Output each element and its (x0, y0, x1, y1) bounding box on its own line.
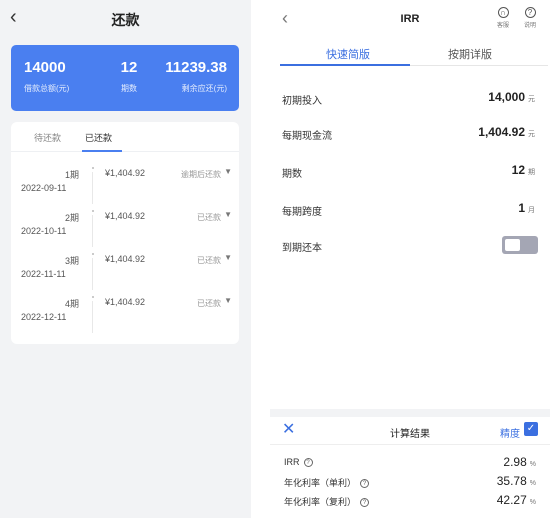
status-label: 已还款 (197, 213, 221, 222)
section-divider (270, 409, 550, 417)
divider (410, 65, 548, 66)
tab-repaid[interactable]: 已还款 (85, 131, 112, 144)
result-row-irr: IRR? 2.98% (284, 455, 536, 469)
due-date: 2022-10-11 (21, 226, 67, 236)
period-span-value: 1 (518, 201, 525, 215)
active-tab-indicator (280, 64, 410, 66)
loan-summary-card: 14000 借款总额(元) 12 期数 11239.38 剩余应还(元) (11, 45, 239, 111)
period-label: 2期 (64, 213, 79, 223)
status-label: 已还款 (197, 299, 221, 308)
timeline-dot (92, 253, 94, 255)
question-icon[interactable]: ? (360, 479, 370, 488)
amount: ¥1,404.92 (105, 297, 146, 307)
active-tab-indicator (82, 150, 122, 152)
question-icon: ? (524, 7, 536, 18)
caret-down-icon[interactable]: ▼ (224, 296, 232, 305)
timeline-dot (92, 296, 94, 298)
result-header: ✕ 计算结果 精度 ✓ (270, 417, 550, 445)
due-date: 2022-12-11 (21, 312, 67, 322)
result-row-simple-rate: 年化利率（单利）? 35.78% (284, 474, 536, 488)
period-count: 12 期数 (120, 59, 138, 93)
tab-detail[interactable]: 按期详版 (448, 46, 492, 62)
status-label: 逾期后还款 (181, 170, 221, 179)
status-label: 已还款 (197, 256, 221, 265)
list-item[interactable]: 2期 2022-10-11 ¥1,404.92 已还款 ▼ (11, 205, 239, 247)
toggle-knob (505, 239, 520, 251)
balloon-principal-field: 到期还本 (270, 236, 550, 256)
caret-down-icon[interactable]: ▼ (224, 210, 232, 219)
amount: ¥1,404.92 (105, 254, 146, 264)
precision-label[interactable]: 精度 (500, 425, 520, 440)
timeline-dot (92, 210, 94, 212)
periods-value: 12 (511, 163, 525, 177)
page-title: 还款 (111, 12, 140, 28)
tab-quick[interactable]: 快速简版 (326, 46, 370, 62)
repayment-screen: ‹ 还款 14000 借款总额(元) 12 期数 11239.38 剩余应还(元… (0, 0, 251, 518)
timeline-line (92, 215, 93, 247)
nav-bar: ‹ 还款 (0, 0, 251, 38)
mode-tabs: 快速简版 按期详版 (270, 42, 550, 66)
list-item[interactable]: 3期 2022-11-11 ¥1,404.92 已还款 ▼ (11, 248, 239, 290)
total-amount: 14000 借款总额(元) (24, 59, 70, 93)
amount: ¥1,404.92 (105, 211, 146, 221)
remaining-amount: 11239.38 剩余应还(元) (165, 59, 227, 93)
repayment-tabs: 待还款 已还款 (11, 122, 239, 152)
question-icon[interactable]: ? (360, 498, 370, 507)
period-span-field[interactable]: 每期跨度 1月 (270, 200, 550, 220)
period-label: 4期 (64, 299, 79, 309)
headset-icon: ∩ (497, 7, 509, 18)
precision-checkbox[interactable]: ✓ (524, 422, 538, 436)
cashflow-value: 1,404.92 (478, 125, 525, 139)
due-date: 2022-11-11 (21, 269, 66, 279)
list-item[interactable]: 1期 2022-09-11 ¥1,404.92 逾期后还款 ▼ (11, 162, 239, 204)
irr-calculator-screen: ‹ IRR ∩ 客服 ? 说明 快速简版 按期详版 初期投入 14,000 元 每… (270, 0, 550, 518)
period-label: 3期 (64, 256, 79, 266)
repayment-list-card: 待还款 已还款 1期 2022-09-11 ¥1,404.92 逾期后还款 ▼ … (11, 122, 239, 344)
period-label: 1期 (64, 170, 79, 180)
help-button[interactable]: ? 说明 (519, 7, 541, 29)
result-row-compound-rate: 年化利率（复利）? 42.27% (284, 493, 536, 507)
timeline-line (92, 172, 93, 204)
list-item[interactable]: 4期 2022-12-11 ¥1,404.92 已还款 ▼ (11, 291, 239, 333)
question-icon[interactable]: ? (303, 458, 313, 467)
tab-pending[interactable]: 待还款 (34, 131, 61, 144)
amount: ¥1,404.92 (105, 168, 146, 178)
initial-investment-value: 14,000 (488, 90, 525, 104)
nav-bar: ‹ IRR ∩ 客服 ? 说明 (270, 0, 550, 38)
timeline-dot (92, 167, 94, 169)
cashflow-field[interactable]: 每期现金流 1,404.92 元 (270, 124, 550, 144)
initial-investment-field[interactable]: 初期投入 14,000 元 (270, 89, 550, 109)
timeline-line (92, 258, 93, 290)
due-date: 2022-09-11 (21, 183, 67, 193)
customer-service-button[interactable]: ∩ 客服 (492, 7, 514, 29)
periods-field[interactable]: 期数 12 期 (270, 162, 550, 182)
caret-down-icon[interactable]: ▼ (224, 253, 232, 262)
timeline-line (92, 301, 93, 333)
balloon-principal-toggle[interactable] (502, 236, 538, 254)
caret-down-icon[interactable]: ▼ (224, 167, 232, 176)
